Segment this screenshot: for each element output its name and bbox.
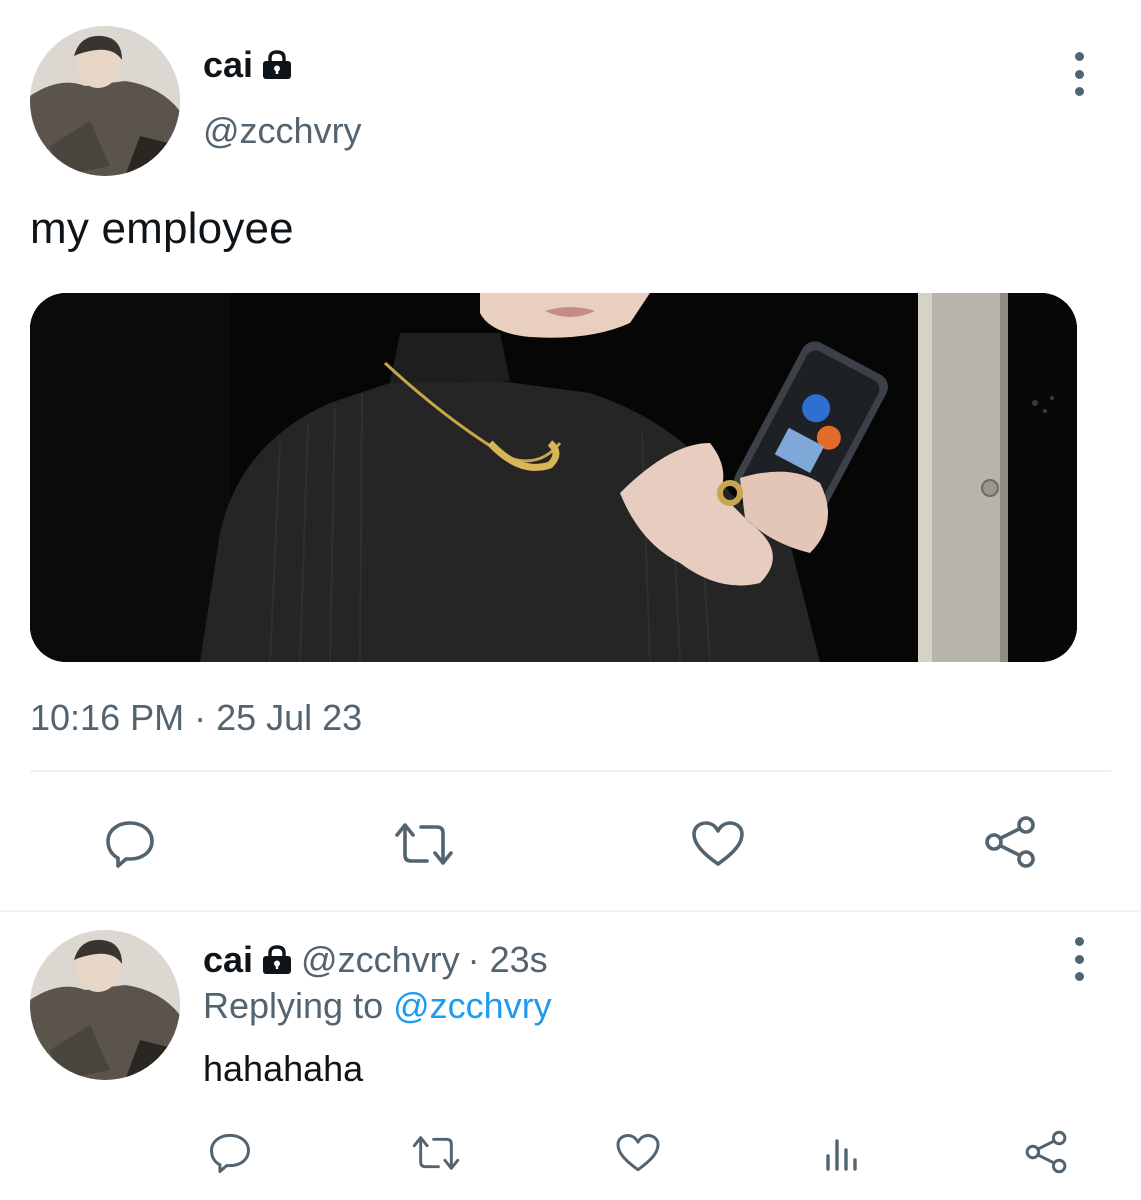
reply-icon [210, 1133, 250, 1173]
analytics-icon [826, 1139, 857, 1171]
reply-header: cai @zcchvry · 23s [203, 939, 548, 981]
reply-display-name[interactable]: cai [203, 939, 253, 981]
replying-to: Replying to @zcchvry [203, 985, 552, 1027]
lock-icon [263, 945, 292, 974]
reply-share-button[interactable] [1020, 1126, 1072, 1178]
author-avatar[interactable] [30, 26, 180, 176]
replying-to-mention[interactable]: @zcchvry [393, 985, 552, 1026]
reply-views-button[interactable] [816, 1130, 868, 1178]
tweet-text: my employee [30, 204, 294, 253]
replying-to-label: Replying to [203, 985, 384, 1026]
retweet-icon [395, 823, 453, 865]
reply-reply-button[interactable] [204, 1128, 256, 1178]
tweet-media[interactable] [30, 293, 1077, 662]
retweet-button[interactable] [392, 812, 456, 876]
reply-retweet-button[interactable] [408, 1128, 464, 1178]
heart-icon [692, 821, 744, 866]
media-photo [30, 293, 1077, 662]
like-button[interactable] [686, 812, 750, 876]
author-display-name: cai [203, 44, 254, 85]
avatar-image [30, 26, 180, 176]
section-divider [0, 910, 1141, 912]
avatar-image [30, 930, 180, 1080]
reply-icon [106, 821, 154, 868]
reply-text: hahahaha [203, 1048, 364, 1089]
more-vertical-icon[interactable] [1067, 52, 1091, 96]
reply-button[interactable] [98, 812, 162, 876]
reply-handle[interactable]: @zcchvry [301, 939, 460, 981]
timestamp-divider [30, 770, 1111, 772]
author-name-row: cai [203, 44, 293, 86]
share-icon [985, 816, 1035, 868]
reply-more-vertical-icon[interactable] [1067, 937, 1091, 981]
author-handle[interactable]: @zcchvry [203, 110, 362, 152]
lock-icon [263, 50, 292, 79]
reply-like-button[interactable] [612, 1128, 664, 1178]
reply-author-avatar[interactable] [30, 930, 180, 1080]
share-button[interactable] [978, 810, 1042, 874]
share-icon [1025, 1130, 1067, 1174]
reply-time: · 23s [467, 939, 548, 980]
retweet-icon [412, 1136, 460, 1170]
heart-icon [616, 1134, 660, 1172]
tweet-timestamp[interactable]: 10:16 PM · 25 Jul 23 [30, 697, 362, 739]
